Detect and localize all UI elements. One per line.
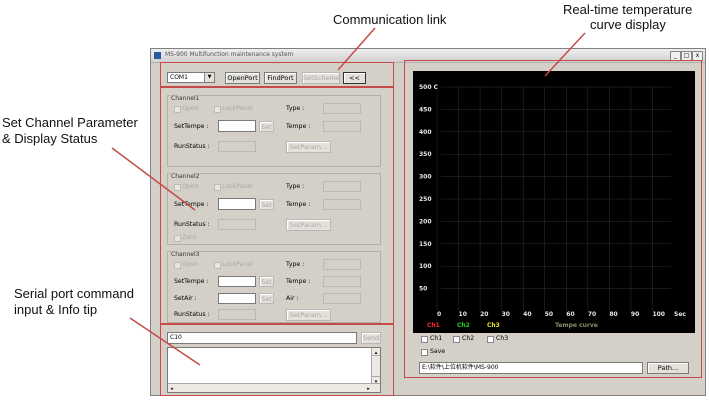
pointer-set-channel	[111, 147, 196, 211]
annotation-pointers	[111, 27, 586, 366]
pointer-serial	[129, 317, 201, 366]
pointer-realtime	[544, 32, 586, 77]
pointer-communication-link	[337, 27, 376, 71]
